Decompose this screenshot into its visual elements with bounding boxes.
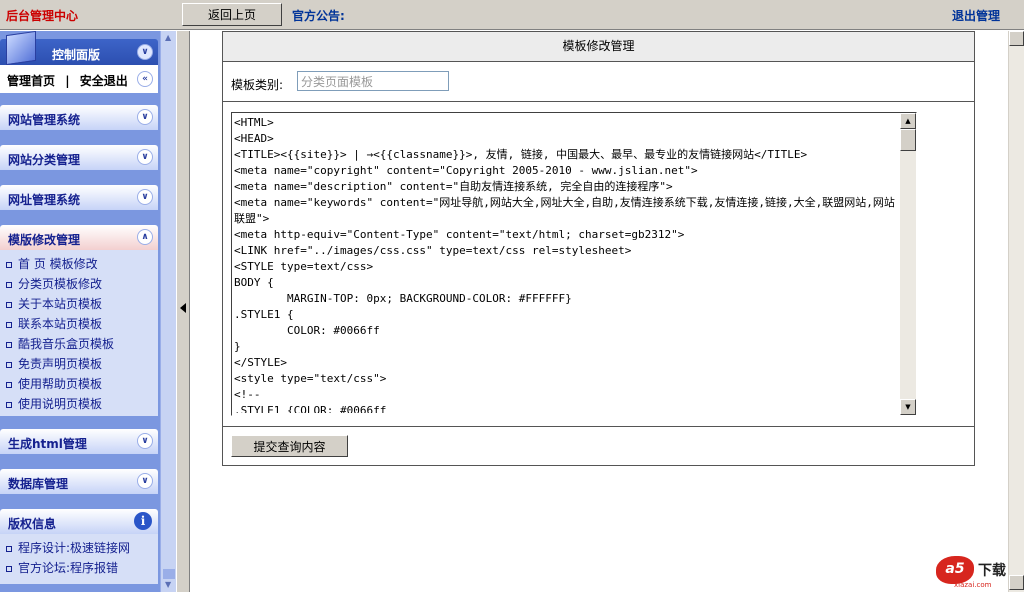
- template-menu: 首 页 模板修改 分类页模板修改 关于本站页模板 联系本站页模板 酷我音乐盒页模…: [0, 250, 158, 416]
- chevron-down-icon[interactable]: ∨: [137, 109, 153, 125]
- back-button[interactable]: 返回上页: [182, 3, 282, 26]
- copyright-item-forum[interactable]: 官方论坛:程序报错: [6, 558, 130, 578]
- scroll-up-icon[interactable]: ▲: [165, 33, 171, 42]
- watermark-text: 下载: [978, 563, 1006, 579]
- main-scrollbar[interactable]: [1008, 31, 1024, 592]
- editor-scrollbar[interactable]: ▲ ▼: [900, 113, 916, 415]
- category-input[interactable]: [297, 71, 449, 91]
- info-icon: i: [134, 512, 152, 530]
- category-row: 模板类别:: [223, 62, 974, 102]
- sidebar-section-url-management[interactable]: 网址管理系统 ∨: [0, 185, 158, 210]
- sidebar-section-category-management[interactable]: 网站分类管理 ∨: [0, 145, 158, 170]
- a5-logo: a5: [936, 556, 974, 584]
- top-bar: 后台管理中心 返回上页 官方公告: 退出管理: [0, 0, 1024, 30]
- sidebar-scrollbar[interactable]: ▲ ▼: [160, 31, 176, 592]
- template-editor[interactable]: <HTML> <HEAD> <TITLE><{{site}}> | →<{{cl…: [231, 112, 917, 416]
- safe-logout-link[interactable]: 安全退出: [80, 74, 128, 88]
- sidebar-section-database-management[interactable]: 数据库管理 ∨: [0, 469, 158, 494]
- sidebar-item-about-template[interactable]: 关于本站页模板: [6, 294, 114, 314]
- admin-home-link[interactable]: 管理首页: [7, 74, 55, 88]
- chevron-down-icon[interactable]: ∨: [137, 44, 153, 60]
- control-panel-header[interactable]: 控制面版 ∨: [0, 31, 158, 66]
- sidebar: 控制面版 ∨ 管理首页 | 安全退出 « 网站管理系统 ∨ 网站分类管理 ∨ 网…: [0, 31, 176, 592]
- sidebar-item-instructions-template[interactable]: 使用说明页模板: [6, 394, 114, 414]
- sidebar-item-category-template[interactable]: 分类页模板修改: [6, 274, 114, 294]
- copyright-item-designer[interactable]: 程序设计:极速链接网: [6, 538, 130, 558]
- category-label: 模板类别:: [231, 78, 284, 92]
- scroll-thumb[interactable]: [900, 129, 916, 151]
- sidebar-section-site-management[interactable]: 网站管理系统 ∨: [0, 105, 158, 130]
- scroll-up-icon[interactable]: [1009, 31, 1024, 46]
- official-notice-label: 官方公告:: [292, 9, 345, 23]
- template-code[interactable]: <HTML> <HEAD> <TITLE><{{site}}> | →<{{cl…: [234, 115, 900, 413]
- chevron-up-icon[interactable]: ∧: [137, 229, 153, 245]
- logout-link[interactable]: 退出管理: [952, 7, 1000, 24]
- collapse-left-icon[interactable]: [180, 303, 186, 313]
- app-title: 后台管理中心: [6, 9, 79, 23]
- scroll-thumb[interactable]: [163, 569, 175, 579]
- watermark-domain: xiazai.com: [954, 581, 992, 589]
- chevron-left-icon[interactable]: «: [137, 71, 153, 87]
- control-panel-title: 控制面版: [52, 48, 101, 62]
- editor-row: <HTML> <HEAD> <TITLE><{{site}}> | →<{{cl…: [223, 102, 974, 427]
- sidebar-item-music-template[interactable]: 酷我音乐盒页模板: [6, 334, 114, 354]
- chevron-down-icon[interactable]: ∨: [137, 149, 153, 165]
- sidebar-section-html-generation[interactable]: 生成html管理 ∨: [0, 429, 158, 454]
- control-panel-icon: [6, 31, 36, 66]
- template-edit-panel: 模板修改管理 模板类别: <HTML> <HEAD> <TITLE><{{sit…: [222, 31, 975, 466]
- sidebar-item-contact-template[interactable]: 联系本站页模板: [6, 314, 114, 334]
- sidebar-toggle[interactable]: [176, 31, 190, 592]
- scroll-up-icon[interactable]: ▲: [900, 113, 916, 129]
- sidebar-item-disclaimer-template[interactable]: 免责声明页模板: [6, 354, 114, 374]
- panel-title: 模板修改管理: [223, 32, 974, 62]
- chevron-down-icon[interactable]: ∨: [137, 473, 153, 489]
- scroll-down-icon[interactable]: ▼: [165, 580, 171, 589]
- chevron-down-icon[interactable]: ∨: [137, 433, 153, 449]
- sidebar-section-template-management[interactable]: 模版修改管理 ∧: [0, 225, 158, 250]
- sidebar-item-home-template[interactable]: 首 页 模板修改: [6, 254, 114, 274]
- copyright-info: 程序设计:极速链接网 官方论坛:程序报错: [0, 534, 158, 584]
- watermark: a5 下载 xiazai.com: [936, 556, 1014, 589]
- chevron-down-icon[interactable]: ∨: [137, 189, 153, 205]
- submit-button[interactable]: 提交查询内容: [231, 435, 348, 457]
- link-separator: |: [65, 74, 70, 88]
- sidebar-section-copyright: 版权信息 i: [0, 509, 158, 534]
- sidebar-item-help-template[interactable]: 使用帮助页模板: [6, 374, 114, 394]
- scroll-down-icon[interactable]: ▼: [900, 399, 916, 415]
- control-panel-body: 管理首页 | 安全退出 «: [0, 65, 158, 93]
